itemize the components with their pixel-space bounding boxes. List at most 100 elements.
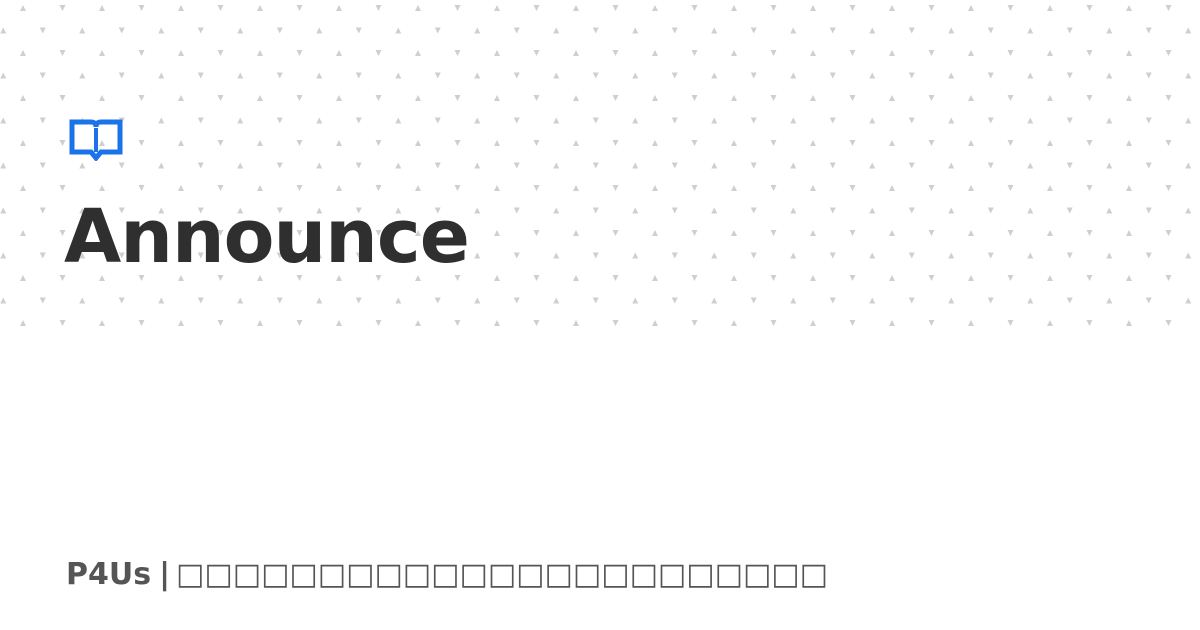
pattern-dot <box>257 185 263 191</box>
pattern-dot <box>20 185 26 191</box>
pattern-dot <box>415 95 421 101</box>
pattern-dot <box>39 297 46 304</box>
pattern-dot <box>908 117 915 124</box>
pattern-dot <box>770 95 777 101</box>
pattern-dot <box>869 252 876 259</box>
pattern-dot <box>1086 275 1093 281</box>
pattern-dot <box>1145 207 1152 214</box>
pattern-dot <box>1126 230 1132 236</box>
pattern-dot <box>810 230 816 236</box>
pattern-dot <box>197 162 204 169</box>
footer-separator: | <box>159 557 171 592</box>
pattern-dot <box>671 252 678 259</box>
pattern-dot <box>296 95 303 101</box>
pattern-dot <box>750 117 757 124</box>
pattern-dot <box>829 162 836 169</box>
pattern-dot <box>632 117 639 124</box>
pattern-dot <box>20 275 26 281</box>
pattern-dot <box>474 297 481 304</box>
pattern-dot <box>1165 50 1172 56</box>
pattern-dot <box>612 95 619 101</box>
pattern-dot <box>731 320 737 326</box>
pattern-dot <box>395 117 402 124</box>
pattern-dot <box>770 185 777 191</box>
pattern-dot <box>553 162 560 169</box>
pattern-dot <box>889 140 895 146</box>
pattern-dot <box>533 185 540 191</box>
pattern-dot <box>612 320 619 326</box>
pattern-dot <box>494 185 500 191</box>
pattern-dot <box>968 95 974 101</box>
pattern-dot <box>829 72 836 79</box>
pattern-dot <box>0 117 7 124</box>
pattern-dot <box>711 252 718 259</box>
pattern-dot <box>79 27 86 34</box>
pattern-dot <box>592 207 599 214</box>
pattern-dot <box>671 27 678 34</box>
pattern-dot <box>612 185 619 191</box>
pattern-dot <box>632 72 639 79</box>
pattern-dot <box>494 275 500 281</box>
pattern-dot <box>711 207 718 214</box>
pattern-dot <box>118 162 125 169</box>
pattern-dot <box>592 297 599 304</box>
pattern-dot <box>1047 140 1053 146</box>
pattern-dot <box>395 27 402 34</box>
pattern-dot <box>849 50 856 56</box>
pattern-dot <box>790 207 797 214</box>
pattern-dot <box>573 50 579 56</box>
pattern-dot <box>1106 297 1113 304</box>
pattern-dot <box>731 140 737 146</box>
pattern-dot <box>731 185 737 191</box>
pattern-dot <box>1007 230 1014 236</box>
pattern-dot <box>1007 95 1014 101</box>
pattern-dot <box>474 207 481 214</box>
pattern-dot <box>217 140 224 146</box>
pattern-dot <box>1047 275 1053 281</box>
pattern-dot <box>968 275 974 281</box>
pattern-dot <box>454 320 461 326</box>
pattern-dot <box>1027 297 1034 304</box>
pattern-dot <box>849 140 856 146</box>
pattern-dot <box>296 5 303 11</box>
pattern-dot <box>987 207 994 214</box>
pattern-dot <box>178 5 184 11</box>
pattern-dot <box>849 275 856 281</box>
pattern-dot <box>750 72 757 79</box>
pattern-dot <box>770 320 777 326</box>
pattern-dot <box>691 5 698 11</box>
pattern-dot <box>513 27 520 34</box>
pattern-dot <box>889 50 895 56</box>
pattern-dot <box>138 5 145 11</box>
pattern-dot <box>1165 275 1172 281</box>
pattern-dot <box>711 117 718 124</box>
pattern-dot <box>118 297 125 304</box>
pattern-dot <box>513 207 520 214</box>
pattern-dot <box>869 207 876 214</box>
pattern-dot <box>592 252 599 259</box>
pattern-dot <box>1126 95 1132 101</box>
pattern-dot <box>513 297 520 304</box>
pattern-dot <box>790 27 797 34</box>
pattern-dot <box>1185 297 1192 304</box>
pattern-dot <box>474 252 481 259</box>
pattern-dot <box>928 95 935 101</box>
pattern-dot <box>1165 5 1172 11</box>
pattern-dot <box>158 297 165 304</box>
pattern-dot <box>731 50 737 56</box>
pattern-dot <box>750 27 757 34</box>
pattern-dot <box>691 230 698 236</box>
pattern-dot <box>533 275 540 281</box>
pattern-dot <box>869 72 876 79</box>
pattern-dot <box>59 320 66 326</box>
pattern-dot <box>612 50 619 56</box>
pattern-dot <box>533 320 540 326</box>
pattern-dot <box>671 117 678 124</box>
pattern-dot <box>1086 185 1093 191</box>
pattern-dot <box>494 95 500 101</box>
pattern-dot <box>632 207 639 214</box>
pattern-dot <box>158 117 165 124</box>
pattern-dot <box>296 50 303 56</box>
pattern-dot <box>553 297 560 304</box>
pattern-dot <box>99 95 105 101</box>
